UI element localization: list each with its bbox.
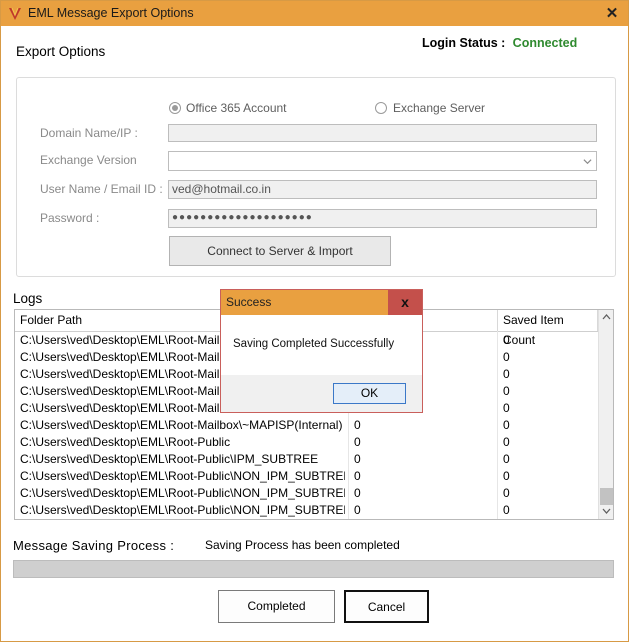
table-row[interactable]: C:\Users\ved\Desktop\EML\Root-Mailbox\~M…	[15, 417, 598, 434]
app-logo-icon	[9, 7, 21, 20]
exchange-version-select[interactable]	[168, 151, 597, 171]
username-label: User Name / Email ID :	[40, 182, 163, 196]
row-saved-item-count: 0	[503, 469, 510, 483]
main-window: EML Message Export Options ✕ Export Opti…	[0, 0, 629, 642]
logs-heading: Logs	[13, 291, 43, 306]
scroll-up-icon[interactable]	[599, 310, 613, 325]
window-title: EML Message Export Options	[28, 6, 194, 20]
row-saved-item-count: 0	[503, 350, 510, 364]
exchange-version-label: Exchange Version	[40, 153, 137, 167]
title-bar: EML Message Export Options ✕	[1, 1, 628, 26]
password-label: Password :	[40, 211, 100, 225]
chevron-down-icon	[583, 159, 592, 165]
dialog-body: Saving Completed Successfully	[221, 315, 422, 375]
row-item-count: 0	[354, 418, 361, 432]
saving-progress-bar	[13, 560, 614, 578]
dialog-title: Success	[226, 295, 272, 309]
row-saved-item-count: 0	[503, 503, 510, 517]
table-row[interactable]: C:\Users\ved\Desktop\EML\Root-Public\IPM…	[15, 451, 598, 468]
row-folder-path: C:\Users\ved\Desktop\EML\Root-Public\IPM…	[20, 452, 319, 466]
domain-label: Domain Name/IP :	[40, 126, 138, 140]
connect-import-button[interactable]: Connect to Server & Import	[169, 236, 391, 266]
table-row[interactable]: C:\Users\ved\Desktop\EML\Root-Public\NON…	[15, 502, 598, 519]
scroll-down-icon[interactable]	[599, 504, 613, 519]
table-row[interactable]: C:\Users\ved\Desktop\EML\Root-Public\NON…	[15, 485, 598, 502]
dialog-title-bar: Success x	[221, 290, 422, 315]
table-row[interactable]: C:\Users\ved\Desktop\EML\Root-Public 0 0	[15, 434, 598, 451]
row-saved-item-count: 0	[503, 435, 510, 449]
dialog-message: Saving Completed Successfully	[233, 338, 395, 350]
completed-button[interactable]: Completed	[218, 590, 335, 623]
scrollbar-thumb[interactable]	[600, 488, 613, 505]
logs-vertical-scrollbar[interactable]	[598, 310, 613, 519]
login-status-value: Connected	[512, 36, 578, 50]
progress-fill	[14, 561, 613, 577]
row-saved-item-count: 0	[503, 486, 510, 500]
row-folder-path: C:\Users\ved\Desktop\EML\Root-Public\NON…	[20, 486, 345, 500]
exchange-server-radio-label[interactable]: Exchange Server	[393, 101, 485, 115]
saving-process-label: Message Saving Process :	[13, 538, 175, 553]
row-folder-path: C:\Users\ved\Desktop\EML\Root-Public\NON…	[20, 469, 345, 483]
row-saved-item-count: 0	[503, 401, 510, 415]
row-item-count: 0	[354, 435, 361, 449]
window-close-button[interactable]: ✕	[597, 2, 627, 25]
office365-radio-label[interactable]: Office 365 Account	[186, 101, 287, 115]
dialog-close-button[interactable]: x	[388, 290, 422, 315]
saving-process-status: Saving Process has been completed	[205, 538, 400, 552]
login-status: Login Status : Connected	[422, 36, 577, 50]
office365-radio[interactable]	[169, 102, 181, 114]
success-dialog: Success x Saving Completed Successfully …	[220, 289, 423, 413]
dialog-ok-button[interactable]: OK	[333, 383, 406, 404]
domain-input[interactable]	[168, 124, 597, 142]
username-input[interactable]: ved@hotmail.co.in	[168, 180, 597, 199]
row-item-count: 0	[354, 469, 361, 483]
cancel-button[interactable]: Cancel	[344, 590, 429, 623]
row-item-count: 0	[354, 486, 361, 500]
exchange-server-radio[interactable]	[375, 102, 387, 114]
export-options-heading: Export Options	[16, 44, 106, 59]
row-saved-item-count: 0	[503, 333, 510, 347]
row-saved-item-count: 0	[503, 367, 510, 381]
table-row[interactable]: C:\Users\ved\Desktop\EML\Root-Public\NON…	[15, 468, 598, 485]
row-folder-path: C:\Users\ved\Desktop\EML\Root-Mailbox\~M…	[20, 418, 343, 432]
password-input[interactable]: ●●●●●●●●●●●●●●●●●●●●	[168, 209, 597, 228]
column-header-saved-item-count[interactable]: Saved Item Count	[498, 310, 598, 347]
row-folder-path: C:\Users\ved\Desktop\EML\Root-Public\NON…	[20, 503, 345, 517]
row-saved-item-count: 0	[503, 384, 510, 398]
row-item-count: 0	[354, 452, 361, 466]
row-folder-path: C:\Users\ved\Desktop\EML\Root-Public	[20, 435, 231, 449]
login-status-label: Login Status :	[422, 36, 506, 50]
row-item-count: 0	[354, 503, 361, 517]
row-saved-item-count: 0	[503, 452, 510, 466]
row-saved-item-count: 0	[503, 418, 510, 432]
